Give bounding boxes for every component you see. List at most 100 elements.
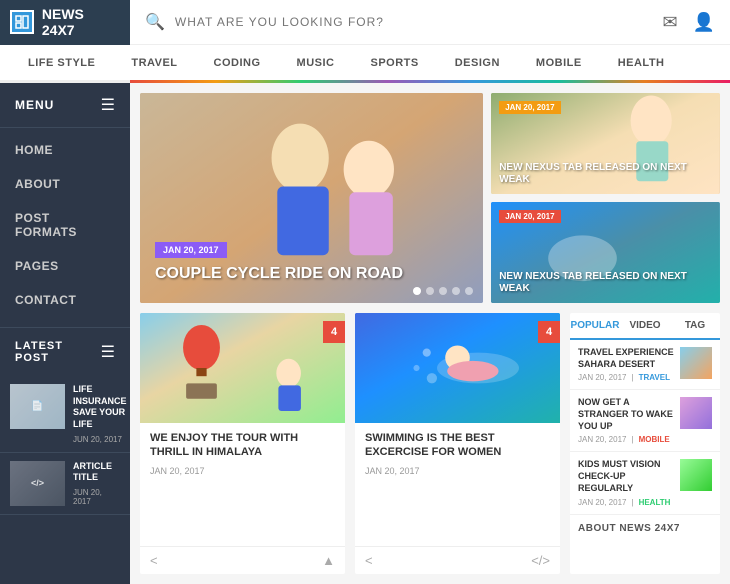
sidebar-latest-header: LATEST POST ☰ <box>0 328 130 376</box>
sidebar-latest: LATEST POST ☰ 📄 LIFE INSURANCE SAVE YOUR… <box>0 327 130 515</box>
hamburger-icon[interactable]: ☰ <box>101 95 115 115</box>
popular-item-sep-2: | <box>631 435 633 444</box>
bookmark-icon-1[interactable]: ▲ <box>322 553 335 568</box>
sidebar-item-about[interactable]: ABOUT <box>0 167 130 201</box>
bookmark-icon-2[interactable]: </> <box>531 553 550 568</box>
content-area: JAN 20, 2017 COUPLE CYCLE RIDE ON ROAD <box>130 83 730 584</box>
hero-title: COUPLE CYCLE RIDE ON ROAD <box>155 264 468 283</box>
popular-item-cat-1: TRAVEL <box>639 373 670 382</box>
email-icon[interactable]: ✉ <box>662 12 677 33</box>
article-card-1: 4 WE ENJOY THE TOUR WITH THRILL IN HIMAL… <box>140 313 345 574</box>
nav-item-sports[interactable]: SPORTS <box>352 44 436 82</box>
popular-item-img-2 <box>680 397 712 429</box>
popular-item-title-3: KIDS MUST VISION CHECK-UP REGULARLY <box>578 459 674 494</box>
sidebar-post-1[interactable]: 📄 LIFE INSURANCE SAVE YOUR LIFE JUN 20, … <box>0 376 130 453</box>
popular-about[interactable]: ABOUT NEWS 24X7 <box>570 515 720 542</box>
popular-item-cat-3: HEALTH <box>639 498 671 507</box>
popular-item-content-1: TRAVEL EXPERIENCE SAHARA DESERT JAN 20, … <box>578 347 674 382</box>
nav-item-design[interactable]: DESIGN <box>437 44 518 82</box>
card-num-badge-1: 4 <box>323 321 345 343</box>
search-icon: 🔍 <box>145 12 165 32</box>
card-image-1 <box>140 313 345 423</box>
nav-items: LIFE STYLE TRAVEL CODING MUSIC SPORTS DE… <box>10 44 682 82</box>
sidebar-item-home[interactable]: HOME <box>0 133 130 167</box>
nav-item-music[interactable]: MUSIC <box>279 44 353 82</box>
sidebar-latest-icon: ☰ <box>101 342 115 362</box>
popular-item-title-2: NOW GET A STRANGER TO WAKE YOU UP <box>578 397 674 432</box>
hero-dot-2[interactable] <box>426 287 434 295</box>
popular-item-2[interactable]: NOW GET A STRANGER TO WAKE YOU UP JAN 20… <box>570 390 720 452</box>
search-input[interactable] <box>175 15 633 29</box>
popular-tab-tag[interactable]: TAG <box>670 313 720 338</box>
hero-right: JAN 20, 2017 NEW NEXUS TAB RELEASED ON N… <box>491 93 720 303</box>
logo-text: NEWS 24X7 <box>42 6 120 38</box>
hero-dot-4[interactable] <box>452 287 460 295</box>
hero-right-bottom[interactable]: JAN 20, 2017 NEW NEXUS TAB RELEASED ON N… <box>491 202 720 303</box>
card-img-2: 4 <box>355 313 560 423</box>
popular-tab-popular[interactable]: POPULAR <box>570 313 620 340</box>
sidebar-menu-label: MENU <box>15 98 54 112</box>
hero-right-top[interactable]: JAN 20, 2017 NEW NEXUS TAB RELEASED ON N… <box>491 93 720 194</box>
popular-item-content-3: KIDS MUST VISION CHECK-UP REGULARLY JAN … <box>578 459 674 506</box>
popular-item-3[interactable]: KIDS MUST VISION CHECK-UP REGULARLY JAN … <box>570 452 720 514</box>
hero-dot-5[interactable] <box>465 287 473 295</box>
hero-right-top-text: NEW NEXUS TAB RELEASED ON NEXT WEAK <box>499 162 712 186</box>
popular-panel: POPULAR VIDEO TAG TRAVEL EXPERIENCE SAHA… <box>570 313 720 574</box>
hero-right-bottom-title: NEW NEXUS TAB RELEASED ON NEXT WEAK <box>499 271 712 295</box>
logo-area: NEWS 24X7 <box>0 0 130 45</box>
popular-item-1[interactable]: TRAVEL EXPERIENCE SAHARA DESERT JAN 20, … <box>570 340 720 390</box>
sidebar-post-img-2: </> <box>10 461 65 506</box>
sidebar-post-content-1: LIFE INSURANCE SAVE YOUR LIFE JUN 20, 20… <box>73 384 127 444</box>
share-icon-2[interactable]: < <box>365 553 373 568</box>
nav-item-mobile[interactable]: MOBILE <box>518 44 600 82</box>
hero-right-bottom-badge: JAN 20, 2017 <box>499 210 560 223</box>
popular-tab-video[interactable]: VIDEO <box>620 313 670 338</box>
sidebar-post-title-2: ARTICLE TITLE <box>73 461 120 484</box>
nav-item-lifestyle[interactable]: LIFE STYLE <box>10 44 113 82</box>
popular-item-sep-3: | <box>631 498 633 507</box>
cards-row: 4 WE ENJOY THE TOUR WITH THRILL IN HIMAL… <box>140 313 720 574</box>
card-body-1: WE ENJOY THE TOUR WITH THRILL IN HIMALAY… <box>140 423 345 546</box>
card-footer-2: < </> <box>355 546 560 574</box>
card-title-2: SWIMMING IS THE BEST EXCERCISE FOR WOMEN <box>365 431 550 460</box>
sidebar-post-2[interactable]: </> ARTICLE TITLE JUN 20, 2017 <box>0 453 130 515</box>
card-footer-1: < ▲ <box>140 546 345 574</box>
nav-item-health[interactable]: HEALTH <box>600 44 683 82</box>
hero-right-top-title: NEW NEXUS TAB RELEASED ON NEXT WEAK <box>499 162 712 186</box>
popular-item-title-1: TRAVEL EXPERIENCE SAHARA DESERT <box>578 347 674 370</box>
popular-item-img-1 <box>680 347 712 379</box>
popular-item-sep-1: | <box>631 373 633 382</box>
card-date-2: JAN 20, 2017 <box>365 466 550 476</box>
popular-item-img-3 <box>680 459 712 491</box>
sidebar-item-pages[interactable]: PAGES <box>0 249 130 283</box>
hero-dot-1[interactable] <box>413 287 421 295</box>
hero-dot-3[interactable] <box>439 287 447 295</box>
hero-right-bottom-text: NEW NEXUS TAB RELEASED ON NEXT WEAK <box>499 271 712 295</box>
sidebar-post-date-1: JUN 20, 2017 <box>73 435 127 444</box>
popular-item-meta-2: JAN 20, 2017 | MOBILE <box>578 435 674 444</box>
popular-item-date-3: JAN 20, 2017 <box>578 498 626 507</box>
sidebar-post-content-2: ARTICLE TITLE JUN 20, 2017 <box>73 461 120 506</box>
nav-bar: LIFE STYLE TRAVEL CODING MUSIC SPORTS DE… <box>0 45 730 83</box>
nav-item-coding[interactable]: CODING <box>196 44 279 82</box>
nav-item-travel[interactable]: TRAVEL <box>113 44 195 82</box>
sidebar-post-date-2: JUN 20, 2017 <box>73 488 120 506</box>
popular-item-date-2: JAN 20, 2017 <box>578 435 626 444</box>
sidebar-item-contact[interactable]: CONTACT <box>0 283 130 317</box>
sidebar-item-post-formats[interactable]: POST FORMATS <box>0 201 130 249</box>
header-icons: ✉ 👤 <box>647 12 730 33</box>
card-img-1: 4 <box>140 313 345 423</box>
hero-main[interactable]: JAN 20, 2017 COUPLE CYCLE RIDE ON ROAD <box>140 93 483 303</box>
hero-right-top-badge: JAN 20, 2017 <box>499 101 560 114</box>
sidebar-post-title-1: LIFE INSURANCE SAVE YOUR LIFE <box>73 384 127 431</box>
card-title-1: WE ENJOY THE TOUR WITH THRILL IN HIMALAY… <box>150 431 335 460</box>
user-icon[interactable]: 👤 <box>693 12 715 33</box>
hero-dots <box>413 287 473 295</box>
share-icon-1[interactable]: < <box>150 553 158 568</box>
card-image-2 <box>355 313 560 423</box>
popular-item-date-1: JAN 20, 2017 <box>578 373 626 382</box>
logo-icon <box>10 10 34 34</box>
hero-slider: JAN 20, 2017 COUPLE CYCLE RIDE ON ROAD <box>140 93 720 303</box>
sidebar: MENU ☰ HOME ABOUT POST FORMATS PAGES CON… <box>0 83 130 584</box>
popular-item-cat-2: MOBILE <box>639 435 670 444</box>
